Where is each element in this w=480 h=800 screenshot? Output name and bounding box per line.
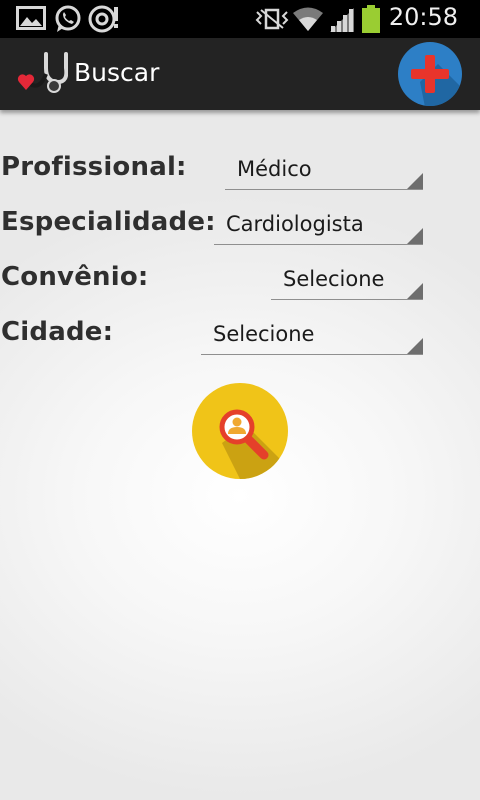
- wifi-icon: [293, 7, 323, 31]
- especialidade-spinner[interactable]: Cardiologista: [214, 206, 423, 245]
- battery-icon: [362, 5, 380, 33]
- dropdown-arrow-icon: [407, 338, 423, 354]
- vibrate-icon: [255, 8, 289, 30]
- whatsapp-icon: [55, 5, 81, 32]
- profissional-label: Profissional:: [1, 152, 187, 182]
- especialidade-label: Especialidade:: [1, 207, 216, 237]
- media-sync-icon: [88, 5, 118, 33]
- status-bar: 20:58: [0, 0, 480, 38]
- gallery-icon: [16, 6, 46, 30]
- profissional-spinner[interactable]: Médico: [225, 151, 423, 190]
- convenio-label: Convênio:: [1, 262, 149, 292]
- form-row-convenio: Convênio: Selecione: [0, 258, 480, 302]
- stethoscope-heart-icon[interactable]: [16, 50, 68, 98]
- add-button[interactable]: [398, 42, 462, 106]
- cidade-spinner[interactable]: Selecione: [201, 316, 423, 355]
- form-row-cidade: Cidade: Selecione: [0, 313, 480, 357]
- form-row-profissional: Profissional: Médico: [0, 148, 480, 192]
- dropdown-arrow-icon: [407, 228, 423, 244]
- dropdown-arrow-icon: [407, 173, 423, 189]
- user-search-icon: [219, 409, 288, 479]
- plus-icon: [411, 55, 462, 106]
- form-row-especialidade: Especialidade: Cardiologista: [0, 203, 480, 247]
- cidade-label: Cidade:: [1, 317, 114, 347]
- especialidade-value: Cardiologista: [226, 212, 364, 236]
- signal-icon: [330, 8, 354, 32]
- convenio-value: Selecione: [283, 267, 385, 291]
- dropdown-arrow-icon: [407, 283, 423, 299]
- cidade-value: Selecione: [213, 322, 315, 346]
- status-time: 20:58: [388, 3, 458, 31]
- search-button[interactable]: [192, 383, 288, 479]
- page-title: Buscar: [74, 58, 160, 87]
- profissional-value: Médico: [237, 157, 312, 181]
- convenio-spinner[interactable]: Selecione: [271, 261, 423, 300]
- action-bar: Buscar: [0, 38, 480, 110]
